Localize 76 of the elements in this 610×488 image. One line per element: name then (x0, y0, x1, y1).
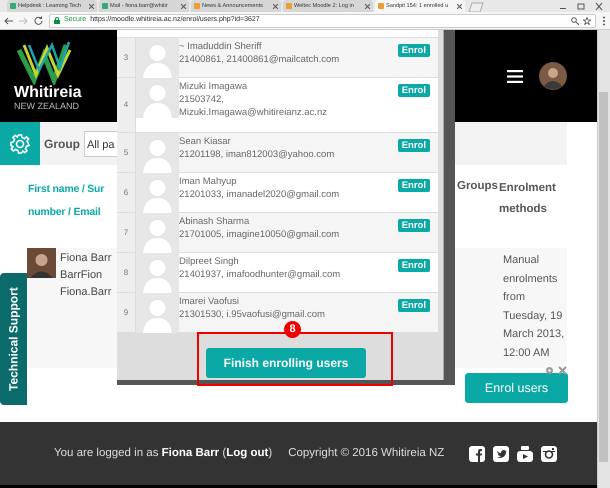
back-icon[interactable] (4, 16, 13, 24)
side-tab[interactable]: Technical Support (0, 273, 27, 405)
user-details: 21401937, imafoodhunter@gmail.com (179, 268, 342, 281)
filter-label: Group (44, 136, 80, 152)
user-link[interactable]: Fiona Barr (162, 446, 220, 459)
page-icon (102, 3, 108, 9)
menu-icon[interactable] (602, 16, 606, 26)
user-link[interactable]: Log out (226, 446, 268, 459)
user-details: 21201198, iman812003@yahoo.com (179, 148, 336, 161)
login-info: You are logged in as Fiona Barr (Log out) (54, 446, 272, 461)
scrollbar[interactable] (597, 30, 610, 488)
page-icon (194, 3, 200, 9)
column-header: Groups (457, 179, 499, 194)
user-detail: Fiona Barr (60, 251, 112, 266)
enrol-users-button[interactable]: Enrol users (465, 373, 568, 403)
user-name: Imarei Vaofusi (179, 295, 240, 308)
close-icon[interactable] (365, 4, 370, 8)
enrol-button[interactable]: Enrol (398, 219, 430, 232)
user-name: ~ Imaduddin Sheriff (179, 40, 262, 53)
page-icon (286, 3, 292, 9)
twitter-icon[interactable] (493, 446, 509, 462)
facebook-icon[interactable] (469, 446, 485, 462)
user-detail: Fiona.Barr (60, 285, 112, 300)
user-name: Abinash Sharma (179, 215, 250, 228)
reload-icon[interactable] (34, 16, 43, 25)
logo-icon (14, 40, 74, 86)
user-details: 21201033, imanadel2020@gmail.com (179, 188, 340, 201)
enrol-button[interactable]: Enrol (398, 299, 430, 312)
avatar-icon[interactable] (539, 62, 567, 90)
user-placeholder-icon (136, 78, 179, 118)
user-row[interactable]: 7 Abinash Sharma 21701005, imagine10050@gmail.com Enrol (117, 213, 438, 253)
user-placeholder-icon (136, 213, 179, 253)
zoom-icon[interactable] (571, 16, 579, 24)
user-details: 21701005, imagine10050@gmail.com (179, 228, 340, 241)
settings-icon[interactable] (545, 366, 554, 375)
lock-icon (54, 17, 60, 24)
user-placeholder-icon (136, 293, 179, 333)
logo-tagline: NEW ZEALAND (14, 101, 80, 112)
enrol-button[interactable]: Enrol (398, 259, 430, 272)
user-placeholder-icon (136, 173, 179, 213)
close-icon[interactable] (89, 4, 94, 8)
user-details: 21301530, i.95vaofusi@gmail.com (179, 308, 326, 321)
user-name: Sean Kiasar (179, 135, 232, 148)
enrol-button[interactable]: Enrol (398, 179, 430, 192)
youtube-icon[interactable] (517, 446, 533, 462)
user-details: 21503742, Mizuki.Imagawa@whitireianz.ac.nz (179, 93, 328, 119)
user-placeholder-icon (136, 133, 179, 173)
star-icon[interactable] (583, 16, 591, 24)
user-row[interactable]: 3 ~ Imaduddin Sheriff 21400861, 21400861@mailcatch.com Enrol (117, 38, 438, 78)
close-icon[interactable] (181, 4, 186, 8)
settings-button[interactable] (0, 122, 40, 165)
instagram-icon[interactable] (541, 446, 557, 462)
enrol-button[interactable]: Enrol (398, 44, 430, 57)
logo-name: Whitireia (14, 85, 82, 102)
user-row[interactable]: 5 Sean Kiasar 21201198, iman812003@yahoo.com Enrol (117, 133, 438, 173)
user-name: Iman Mahyup (179, 175, 238, 188)
user-avatar-icon (27, 248, 56, 278)
user-name: Dilpreet Singh (179, 255, 240, 268)
page-icon (378, 3, 384, 9)
close-icon[interactable] (273, 4, 278, 8)
settings-icon (9, 132, 31, 154)
enrolment-method: Manual enrolments from Tuesday, 19 March 2013, 12:00 AM (503, 254, 564, 358)
menu-icon[interactable] (507, 70, 523, 82)
enrol-button[interactable]: Enrol (398, 139, 430, 152)
user-name: Mizuki Imagawa (179, 80, 248, 93)
column-header: Enrolment methods (499, 181, 557, 217)
page-icon (10, 3, 16, 9)
delete-icon[interactable] (558, 366, 567, 375)
copyright-text: Copyright © 2016 Whitireia NZ (288, 446, 444, 461)
user-placeholder-icon (136, 253, 179, 293)
finish-enrolling-button[interactable]: Finish enrolling users (206, 348, 366, 378)
user-details: 21400861, 21400861@mailcatch.com (179, 53, 340, 66)
enrol-button[interactable]: Enrol (398, 84, 430, 97)
user-placeholder-icon (136, 38, 179, 78)
user-detail: BarrFion (60, 268, 104, 283)
close-icon[interactable] (457, 4, 462, 8)
